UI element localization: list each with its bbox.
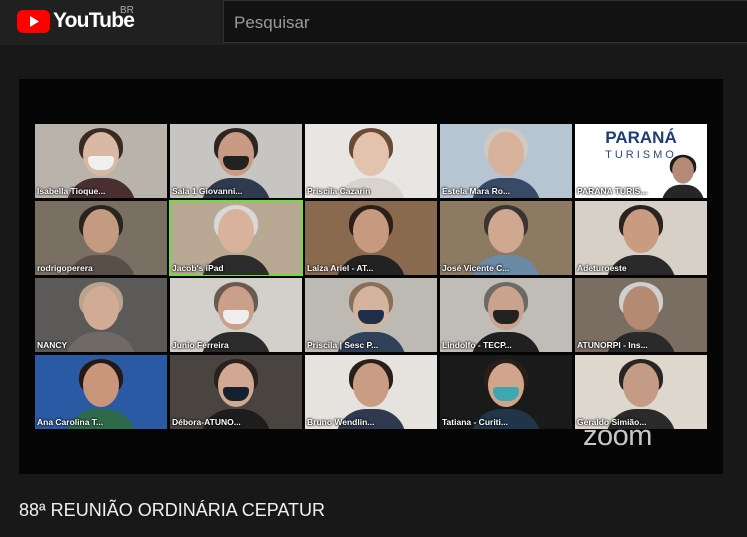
participant-name: Débora-ATUNO... — [172, 417, 241, 427]
participant-name: Estela Mara Ro... — [442, 186, 511, 196]
video-player[interactable]: Isabella Tioque... Sala 1 Giovanni... Pris… — [19, 79, 723, 474]
youtube-play-icon — [17, 9, 50, 33]
participant-name: Ana Carolina T... — [37, 417, 104, 427]
participant-tile[interactable]: Ana Carolina T... — [35, 355, 167, 429]
participant-tile[interactable]: Priscila | Sesc P... — [305, 278, 437, 352]
search-box[interactable] — [223, 0, 747, 43]
participant-name: Priscila Cazarin — [307, 186, 371, 196]
youtube-logo[interactable]: YouTube — [17, 9, 135, 33]
participant-name: ATUNORPI - Ins... — [577, 340, 648, 350]
video-title: 88ª REUNIÃO ORDINÁRIA CEPATUR — [19, 500, 326, 520]
participant-name: Sala 1 Giovanni... — [172, 186, 243, 196]
search-input[interactable] — [232, 11, 716, 35]
participant-name: Junio Férreira — [172, 340, 229, 350]
participant-name: Priscila | Sesc P... — [307, 340, 379, 350]
participant-tile[interactable]: Geraldo Simião... — [575, 355, 707, 429]
zoom-watermark: zoom — [583, 420, 652, 452]
participant-tile[interactable]: Isabella Tioque... — [35, 124, 167, 198]
participant-tile[interactable]: NANCY — [35, 278, 167, 352]
participant-video — [66, 282, 136, 352]
participant-tile[interactable]: Laiza Ariel - AT... — [305, 201, 437, 275]
region-label: BR — [120, 5, 134, 16]
masthead: YouTube BR — [0, 0, 747, 45]
participant-name: Laiza Ariel - AT... — [307, 263, 374, 273]
participant-name: Isabella Tioque... — [37, 186, 106, 196]
participant-tile[interactable]: Jacob's iPad — [169, 200, 303, 276]
participant-tile[interactable]: José Vicente C... — [440, 201, 572, 275]
participant-tile[interactable]: ATUNORPI - Ins... — [575, 278, 707, 352]
participant-name: Bruno Wendlin... — [307, 417, 375, 427]
participant-tile[interactable]: Débora-ATUNO... — [170, 355, 302, 429]
participant-tile[interactable]: Estela Mara Ro... — [440, 124, 572, 198]
participant-tile[interactable]: Lindolfo - TECP... — [440, 278, 572, 352]
participant-tile[interactable]: Junio Férreira — [170, 278, 302, 352]
participant-tile[interactable]: rodrigoperera — [35, 201, 167, 275]
banner-line1: PARANÁ — [605, 128, 677, 147]
participant-tile[interactable]: Bruno Wendlin... — [305, 355, 437, 429]
participant-tile[interactable]: PARANÁ TURISMO PARANA TURIS... — [575, 124, 707, 198]
participant-name: Lindolfo - TECP... — [442, 340, 512, 350]
participant-tile[interactable]: Sala 1 Giovanni... — [170, 124, 302, 198]
participant-name: rodrigoperera — [37, 263, 93, 273]
participant-tile[interactable]: Adeturoeste — [575, 201, 707, 275]
participant-name: Adeturoeste — [577, 263, 627, 273]
participant-name: Jacob's iPad — [172, 263, 224, 273]
participant-tile[interactable]: Tatiana - Curiti... — [440, 355, 572, 429]
participant-name: NANCY — [37, 340, 68, 350]
participant-video — [662, 154, 705, 198]
participant-name: José Vicente C... — [442, 263, 510, 273]
participant-name: Tatiana - Curiti... — [442, 417, 508, 427]
participant-tile[interactable]: Priscila Cazarin — [305, 124, 437, 198]
participant-name: PARANA TURIS... — [577, 186, 648, 196]
